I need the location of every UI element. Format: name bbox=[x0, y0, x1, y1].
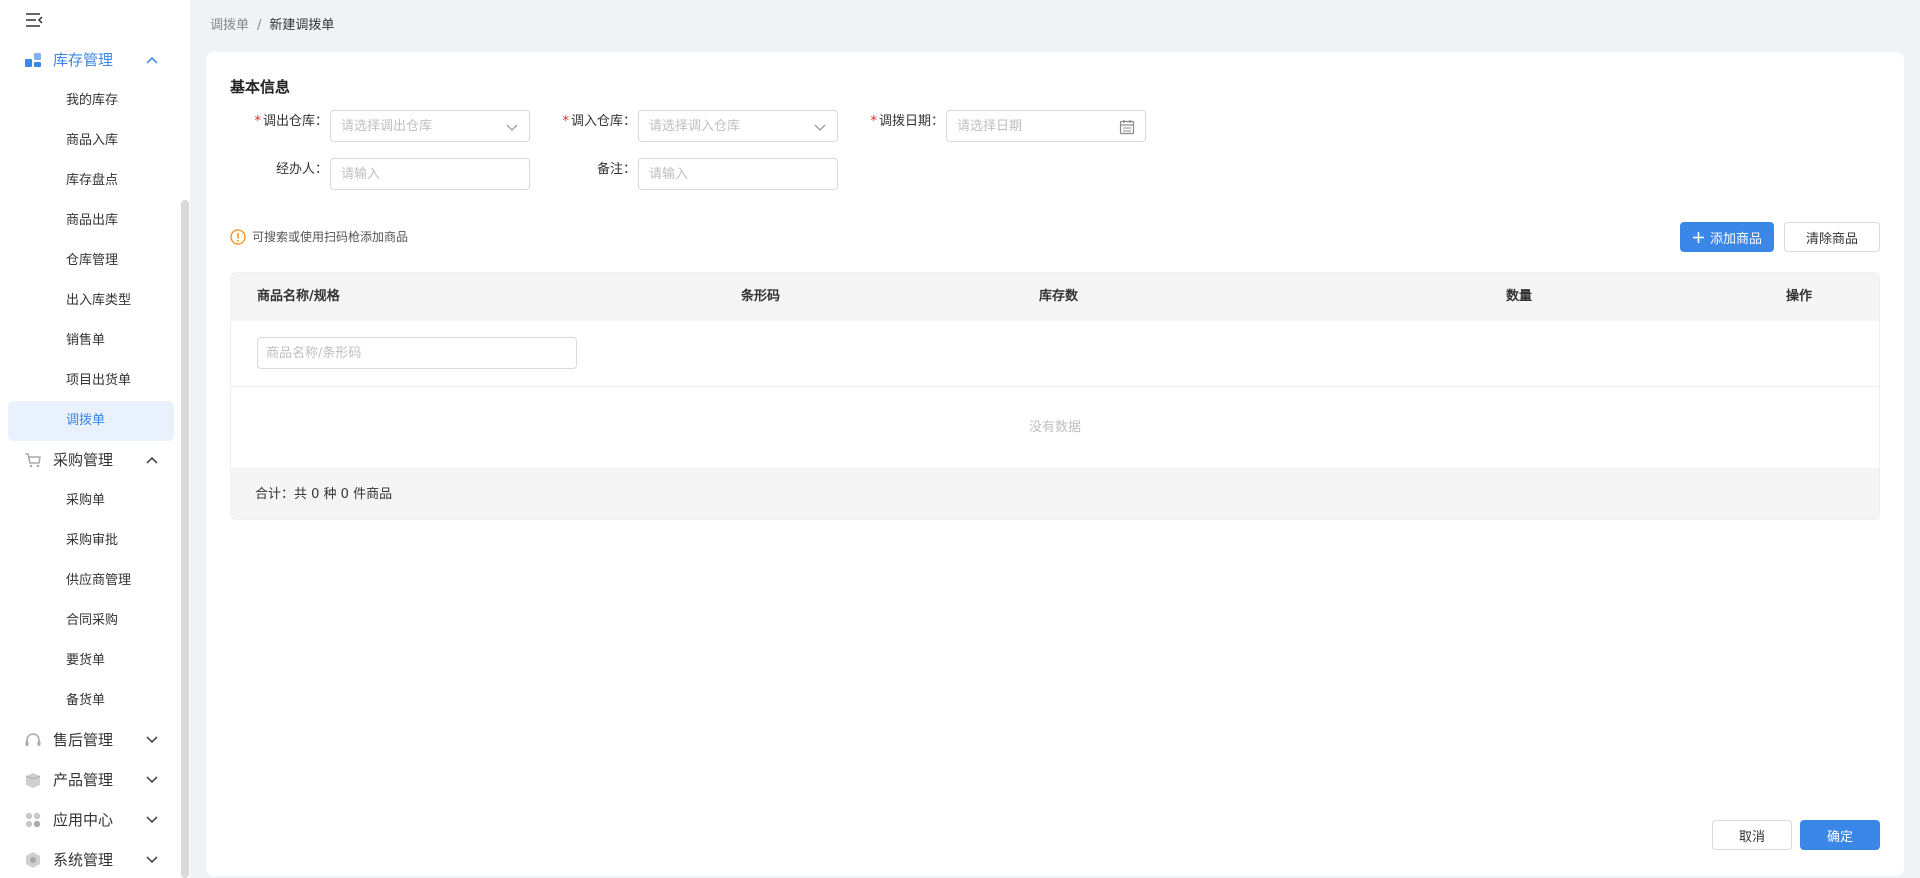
main-card: 基本信息 * 调出仓库： 请选择调出仓库 * 调入仓库： 请选择调入仓库 * 调拨日期… bbox=[206, 52, 1904, 876]
chevron-up-icon bbox=[146, 56, 158, 64]
inventory-icon bbox=[25, 53, 41, 67]
column-header: 库存数 bbox=[1039, 289, 1079, 304]
scan-tip: 可搜索或使用扫码枪添加商品 bbox=[230, 228, 408, 246]
column-header: 操作 bbox=[1786, 289, 1813, 304]
table-summary: 合计：共 0 种 0 件商品 bbox=[231, 469, 1879, 519]
goods-search-input[interactable]: 商品名称/条形码 bbox=[257, 337, 577, 369]
cancel-button[interactable]: 取消 bbox=[1712, 820, 1792, 850]
sidebar-group-system[interactable]: 系统管理 bbox=[0, 840, 180, 878]
column-header: 商品名称/规格 bbox=[257, 289, 340, 304]
sidebar-scrollbar[interactable] bbox=[181, 200, 189, 878]
plus-icon bbox=[1692, 231, 1704, 243]
sidebar-item-contract-purchase[interactable]: 合同采购 bbox=[8, 601, 174, 641]
sidebar: 库存管理 我的库存 商品入库 库存盘点 商品出库 仓库管理 出入库类型 销售单 … bbox=[0, 0, 190, 878]
sidebar-item-supplier-management[interactable]: 供应商管理 bbox=[8, 561, 174, 601]
chevron-down-icon bbox=[814, 124, 826, 131]
table-header: 商品名称/规格 条形码 库存数 数量 操作 bbox=[231, 273, 1879, 321]
handler-label: 经办人： bbox=[275, 162, 328, 177]
apps-icon bbox=[25, 812, 41, 828]
empty-text: 没有数据 bbox=[1028, 420, 1081, 435]
sidebar-group-label: 采购管理 bbox=[53, 451, 114, 469]
sidebar-group-apps[interactable]: 应用中心 bbox=[0, 800, 180, 840]
confirm-button[interactable]: 确定 bbox=[1800, 820, 1880, 850]
sidebar-group-label: 库存管理 bbox=[53, 51, 114, 69]
sidebar-item-purchase-order[interactable]: 采购单 bbox=[8, 481, 174, 521]
date-placeholder: 请选择日期 bbox=[957, 119, 1023, 134]
clear-goods-button[interactable]: 清除商品 bbox=[1784, 222, 1880, 252]
chevron-down-icon bbox=[146, 736, 158, 744]
sidebar-group-label: 产品管理 bbox=[53, 771, 114, 789]
chevron-up-icon bbox=[146, 456, 158, 464]
column-header: 条形码 bbox=[741, 289, 781, 304]
sidebar-group-label: 应用中心 bbox=[53, 811, 114, 829]
in-warehouse-select[interactable]: 请选择调入仓库 bbox=[638, 110, 838, 142]
sidebar-item-warehouse-management[interactable]: 仓库管理 bbox=[8, 241, 174, 281]
chevron-down-icon bbox=[506, 124, 518, 131]
sidebar-item-sales-order[interactable]: 销售单 bbox=[8, 321, 174, 361]
sidebar-item-inout-type[interactable]: 出入库类型 bbox=[8, 281, 174, 321]
input-placeholder: 商品名称/条形码 bbox=[266, 346, 362, 361]
sidebar-item-transfer-order[interactable]: 调拨单 bbox=[8, 401, 174, 441]
headset-icon bbox=[25, 733, 41, 746]
sidebar-group-purchase[interactable]: 采购管理 bbox=[0, 440, 180, 480]
sidebar-group-aftersale[interactable]: 售后管理 bbox=[0, 720, 180, 760]
transfer-date-picker[interactable]: 请选择日期 bbox=[946, 110, 1146, 142]
breadcrumb-current: 新建调拨单 bbox=[269, 18, 335, 33]
sidebar-item-goods-outbound[interactable]: 商品出库 bbox=[8, 201, 174, 241]
chevron-down-icon bbox=[146, 856, 158, 864]
breadcrumb: 调拨单 / 新建调拨单 bbox=[210, 16, 334, 36]
sidebar-item-goods-inbound[interactable]: 商品入库 bbox=[8, 121, 174, 161]
sidebar-item-stock-preparation[interactable]: 备货单 bbox=[8, 681, 174, 721]
tip-text: 可搜索或使用扫码枪添加商品 bbox=[252, 230, 409, 244]
input-placeholder: 请输入 bbox=[341, 167, 381, 182]
section-title: 基本信息 bbox=[230, 78, 291, 96]
sidebar-group-label: 售后管理 bbox=[53, 731, 114, 749]
calendar-icon bbox=[1119, 120, 1135, 135]
remark-label: 备注： bbox=[596, 162, 636, 177]
chevron-down-icon bbox=[146, 776, 158, 784]
goods-table: 商品名称/规格 条形码 库存数 数量 操作 商品名称/条形码 没有数据 合计：共… bbox=[230, 272, 1880, 520]
summary-text: 合计：共 0 种 0 件商品 bbox=[255, 487, 393, 502]
transfer-date-label: * 调拨日期： bbox=[870, 114, 944, 129]
select-placeholder: 请选择调入仓库 bbox=[649, 119, 741, 134]
sidebar-group-inventory[interactable]: 库存管理 bbox=[0, 40, 180, 80]
table-empty-state: 没有数据 bbox=[231, 387, 1879, 469]
in-warehouse-label: * 调入仓库： bbox=[562, 114, 636, 129]
sidebar-item-my-inventory[interactable]: 我的库存 bbox=[8, 81, 174, 121]
sidebar-item-stocktaking[interactable]: 库存盘点 bbox=[8, 161, 174, 201]
out-warehouse-select[interactable]: 请选择调出仓库 bbox=[330, 110, 530, 142]
sidebar-item-purchase-approval[interactable]: 采购审批 bbox=[8, 521, 174, 561]
table-search-row: 商品名称/条形码 bbox=[231, 321, 1879, 387]
sidebar-group-product[interactable]: 产品管理 bbox=[0, 760, 180, 800]
handler-input[interactable]: 请输入 bbox=[330, 158, 530, 190]
breadcrumb-parent[interactable]: 调拨单 bbox=[210, 18, 249, 33]
breadcrumb-separator: / bbox=[257, 18, 262, 33]
settings-icon bbox=[26, 852, 40, 868]
add-goods-button[interactable]: 添加商品 bbox=[1680, 222, 1774, 252]
input-placeholder: 请输入 bbox=[649, 167, 689, 182]
warning-icon bbox=[230, 229, 246, 245]
sidebar-item-requisition[interactable]: 要货单 bbox=[8, 641, 174, 681]
sidebar-item-project-shipment[interactable]: 项目出货单 bbox=[8, 361, 174, 401]
out-warehouse-label: * 调出仓库： bbox=[254, 114, 328, 129]
box-icon bbox=[25, 773, 41, 788]
chevron-down-icon bbox=[146, 816, 158, 824]
menu-collapse-icon[interactable] bbox=[24, 10, 44, 30]
column-header: 数量 bbox=[1506, 289, 1533, 304]
select-placeholder: 请选择调出仓库 bbox=[341, 119, 433, 134]
sidebar-group-label: 系统管理 bbox=[53, 851, 114, 869]
remark-input[interactable]: 请输入 bbox=[638, 158, 838, 190]
cart-icon bbox=[25, 453, 41, 468]
